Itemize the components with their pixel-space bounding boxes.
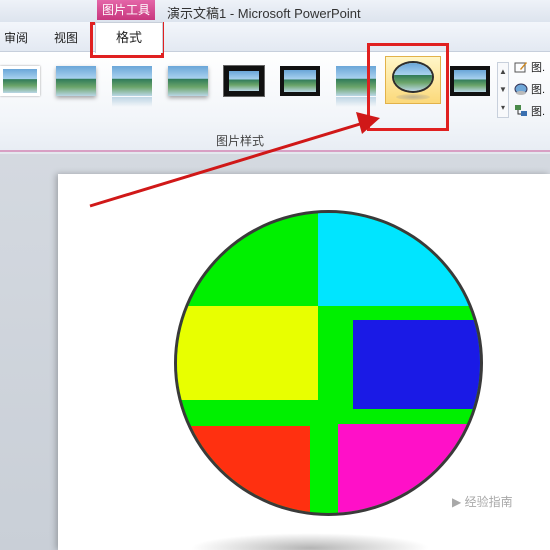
style-black-frame[interactable] (280, 66, 320, 96)
title-bar: 图片工具 演示文稿1 - Microsoft PowerPoint (0, 0, 550, 22)
picture-effects-label: 图. (531, 84, 546, 96)
tab-format[interactable]: 格式 (95, 22, 163, 53)
picture-layout-button[interactable]: 图. (514, 100, 550, 122)
landscape-thumbnail-icon (280, 66, 320, 96)
picture-block-yellow (177, 306, 318, 400)
landscape-thumbnail-icon (0, 66, 40, 96)
highlight-selected-style (367, 43, 449, 131)
style-thick-matte-black[interactable] (224, 66, 264, 96)
picture-effects-button[interactable]: 图. (514, 78, 550, 100)
picture-tools-context-label: 图片工具 (97, 0, 155, 20)
style-double-frame-black[interactable] (450, 66, 490, 96)
style-simple-frame-white[interactable] (0, 66, 40, 96)
landscape-thumbnail-icon (168, 66, 208, 96)
style-reflected[interactable] (112, 66, 152, 107)
ribbon-tab-row: 审阅 视图 (0, 22, 550, 52)
tab-review[interactable]: 审阅 (4, 29, 28, 46)
picture-border-label: 图. (531, 62, 546, 74)
window-title: 演示文稿1 - Microsoft PowerPoint (167, 6, 361, 21)
picture-block-cyan (318, 213, 480, 306)
gallery-more-icon[interactable]: ▾ (498, 99, 508, 117)
picture-layout-icon (514, 104, 528, 118)
picture-border-button[interactable]: 图. (514, 56, 550, 78)
watermark-text: ▶ 经验指南 (452, 495, 513, 509)
gallery-scroll-down-icon[interactable]: ▼ (498, 81, 508, 99)
oval-picture[interactable] (174, 210, 483, 516)
gallery-scroll-up-icon[interactable]: ▲ (498, 63, 508, 81)
picture-block-blue (353, 320, 480, 409)
ribbon-picture-styles: ▲ ▼ ▾ 图. 图. 图. 图片样式 (0, 52, 550, 152)
gallery-scroll-controls: ▲ ▼ ▾ (497, 62, 509, 118)
landscape-thumbnail-icon (56, 66, 96, 96)
style-soft-shadow[interactable] (168, 66, 208, 96)
landscape-thumbnail-icon (224, 66, 264, 96)
picture-layout-label: 图. (531, 106, 546, 118)
landscape-thumbnail-icon (450, 66, 490, 96)
picture-format-commands: 图. 图. 图. (514, 56, 550, 122)
group-label-picture-styles: 图片样式 (0, 132, 550, 149)
style-soft-edge[interactable] (56, 66, 96, 96)
tab-view[interactable]: 视图 (54, 29, 78, 46)
landscape-thumbnail-icon (112, 66, 152, 96)
picture-border-icon (514, 60, 528, 74)
picture-styles-label: 图片样式 (215, 134, 264, 148)
picture-block-red (177, 426, 310, 513)
picture-effects-icon (514, 82, 528, 96)
